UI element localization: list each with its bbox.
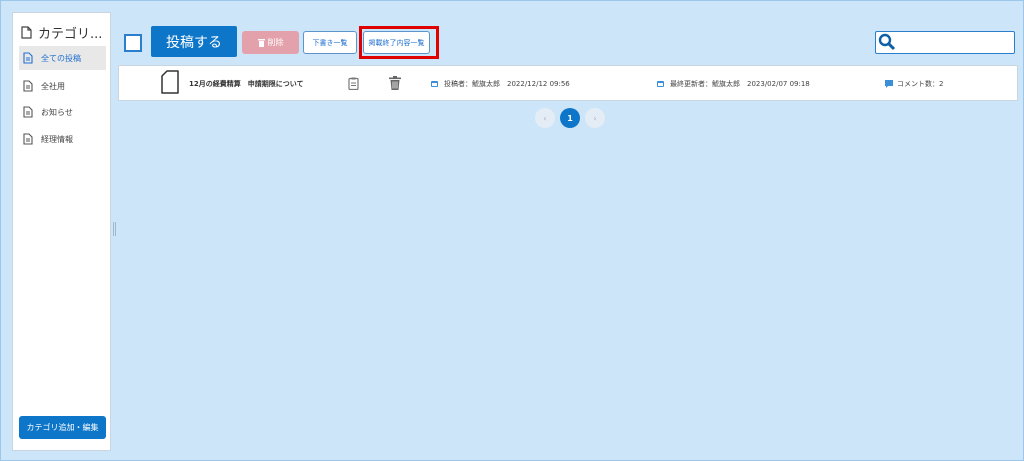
sidebar-item-label: 経理情報 [41,134,73,144]
document-icon [23,52,33,64]
sidebar-title: カテゴリ... [21,23,102,42]
add-edit-category-button[interactable]: カテゴリ追加・編集 [19,416,106,439]
sidebar-title-label: カテゴリ... [38,27,103,42]
post-row[interactable]: 12月の経費精算 申請期限について 投稿者：鯱旗太郎 2022/12/12 09… [118,65,1018,101]
sidebar-item-accounting[interactable]: 経理情報 [19,127,106,151]
search-icon [878,33,896,51]
pagination-prev-button[interactable]: ‹ [535,108,555,128]
clipboard-icon[interactable] [348,77,359,90]
sidebar-item-all-posts[interactable]: 全ての投稿 [19,46,106,70]
drafts-list-button[interactable]: 下書き一覧 [303,31,357,54]
search-box[interactable] [875,31,1015,54]
calendar-icon [431,81,438,87]
search-input[interactable] [898,34,1010,51]
document-icon [23,106,33,118]
trash-icon[interactable] [389,76,401,90]
delete-label: 削除 [267,38,284,47]
document-icon [21,26,32,39]
category-sidebar: カテゴリ... 全ての投稿 全社用 お知らせ 経理情報 カテゴリ追加・編集 [12,12,111,451]
comment-icon [885,80,893,88]
trash-icon [257,38,265,47]
post-updater-date: 最終更新者：鯱旗太郎 2023/02/07 09:18 [670,80,810,88]
file-icon [161,70,179,94]
post-button[interactable]: 投稿する [151,26,237,57]
highlight-annotation [359,26,439,59]
sidebar-resize-handle[interactable] [113,222,116,236]
sidebar-item-label: お知らせ [41,107,73,117]
calendar-icon [657,81,664,87]
post-author-date: 投稿者：鯱旗太郎 2022/12/12 09:56 [444,80,570,88]
select-all-checkbox[interactable] [124,34,142,52]
comment-count[interactable]: コメント数：2 [897,79,943,89]
sidebar-item-company[interactable]: 全社用 [19,74,106,98]
sidebar-item-news[interactable]: お知らせ [19,100,106,124]
post-title[interactable]: 12月の経費精算 申請期限について [189,79,304,89]
sidebar-item-label: 全ての投稿 [41,53,81,63]
sidebar-item-label: 全社用 [41,81,65,91]
document-icon [23,80,33,92]
document-icon [23,133,33,145]
pagination-next-button[interactable]: › [585,108,605,128]
delete-button[interactable]: 削除 [242,31,299,54]
pagination-page-1[interactable]: 1 [560,108,580,128]
